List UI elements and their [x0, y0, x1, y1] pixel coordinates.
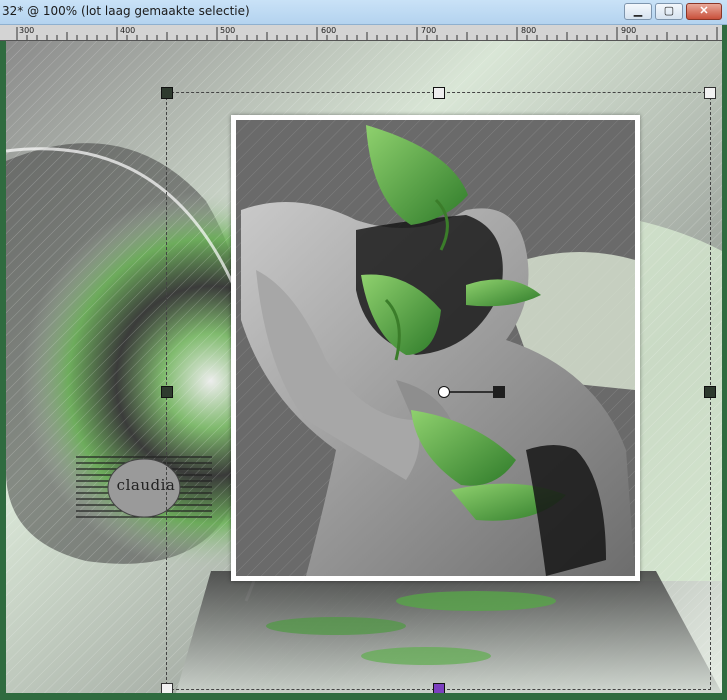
resize-handle-bottom-left[interactable] — [161, 683, 173, 693]
ruler-label: 500 — [220, 26, 236, 35]
ruler-label: 400 — [120, 26, 136, 35]
resize-handle-top[interactable] — [433, 87, 445, 99]
maximize-button[interactable]: ▢ — [655, 3, 683, 20]
selection-bounding-box[interactable] — [161, 87, 716, 693]
image-canvas[interactable]: claudia — [6, 41, 722, 693]
minimize-button[interactable]: ▁ — [624, 3, 652, 20]
ruler-label: 800 — [521, 26, 537, 35]
resize-handle-right[interactable] — [704, 386, 716, 398]
app-window: 32* @ 100% (lot laag gemaakte selectie) … — [0, 0, 727, 700]
ruler-ticks — [16, 27, 718, 40]
minimize-icon: ▁ — [633, 5, 643, 17]
rotate-handle-icon[interactable] — [437, 385, 507, 399]
ruler-label: 700 — [421, 26, 437, 35]
horizontal-ruler: 300 400 500 600 700 800 900 — [0, 25, 722, 41]
resize-handle-top-left[interactable] — [161, 87, 173, 99]
resize-handle-bottom[interactable] — [433, 683, 445, 693]
ruler-label: 300 — [19, 26, 35, 35]
window-title: 32* @ 100% (lot laag gemaakte selectie) — [2, 4, 250, 18]
close-button[interactable]: ✕ — [686, 3, 722, 20]
resize-handle-top-right[interactable] — [704, 87, 716, 99]
maximize-icon: ▢ — [663, 5, 675, 17]
resize-handle-left[interactable] — [161, 386, 173, 398]
ruler-label: 600 — [321, 26, 337, 35]
window-right-border — [722, 25, 727, 695]
title-bar[interactable]: 32* @ 100% (lot laag gemaakte selectie) … — [0, 0, 727, 25]
ruler-label: 900 — [621, 26, 637, 35]
close-icon: ✕ — [699, 5, 709, 17]
